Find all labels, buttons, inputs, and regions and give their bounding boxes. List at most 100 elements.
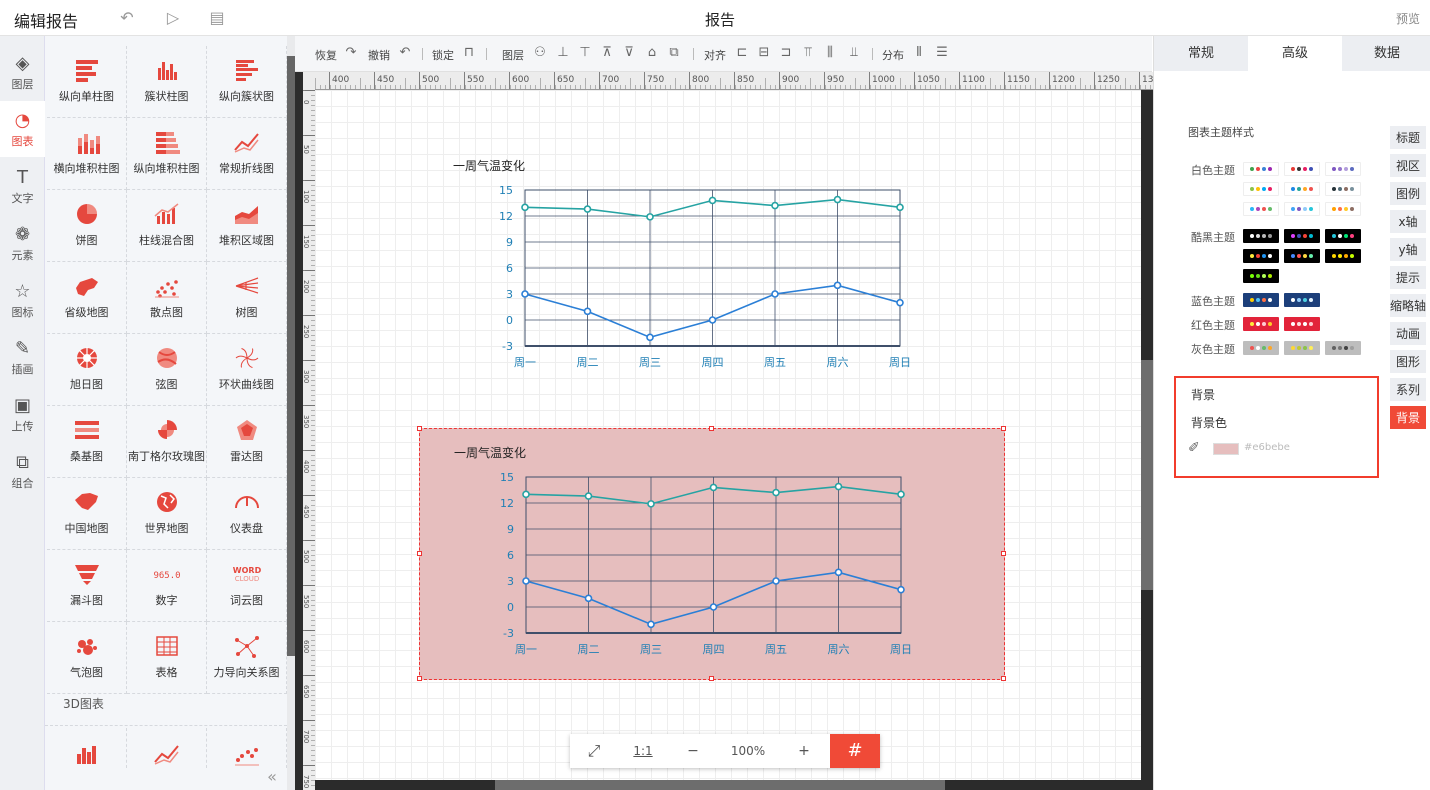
theme-swatch[interactable] bbox=[1284, 341, 1320, 355]
palette-item-funnel[interactable]: 漏斗图 bbox=[47, 550, 127, 622]
save-icon[interactable]: ▤ bbox=[207, 8, 227, 28]
theme-swatch[interactable] bbox=[1243, 293, 1279, 307]
tab-advanced[interactable]: 高级 bbox=[1248, 36, 1342, 71]
palette-item-chord[interactable]: 弦图 bbox=[127, 334, 207, 406]
palette-item-bar-cluster[interactable]: 簇状柱图 bbox=[127, 46, 207, 118]
bring-top-icon[interactable]: ⊼ bbox=[600, 45, 614, 61]
zoom-out-button[interactable]: − bbox=[668, 734, 718, 768]
palette-item-scatter-3d[interactable] bbox=[207, 728, 287, 768]
resize-handle[interactable] bbox=[417, 676, 422, 681]
palette-item-area[interactable]: 堆积区域图 bbox=[207, 190, 287, 262]
canvas-horizontal-scrollbar[interactable] bbox=[315, 780, 1141, 790]
undo-button[interactable]: 撤销 bbox=[368, 47, 390, 63]
palette-item-bar-h-cluster[interactable]: 纵向簇状图 bbox=[207, 46, 287, 118]
align-bottom-icon[interactable]: ⫫ bbox=[847, 45, 861, 61]
theme-swatch[interactable] bbox=[1284, 249, 1320, 263]
align-top-icon[interactable]: ⫪ bbox=[801, 45, 815, 61]
eyedropper-icon[interactable]: ✐ bbox=[1188, 440, 1200, 456]
copy-icon[interactable]: ⧉ bbox=[667, 45, 681, 61]
theme-swatch[interactable] bbox=[1284, 202, 1320, 216]
theme-swatch[interactable] bbox=[1325, 182, 1361, 196]
line-chart-widget[interactable]: 一周气温变化 15 12 9 6 3 0 -3 周一 周二 周三 周四 周五 周六 周日 bbox=[419, 142, 1005, 394]
nav-item-shapes[interactable]: ❁ 元素 bbox=[0, 215, 45, 271]
theme-swatch[interactable] bbox=[1325, 341, 1361, 355]
side-tab[interactable]: 背景 bbox=[1390, 406, 1426, 431]
canvas-vertical-scrollbar[interactable] bbox=[1141, 90, 1153, 790]
palette-item-line-3d[interactable] bbox=[127, 728, 207, 768]
collapse-panel-icon[interactable]: « bbox=[257, 766, 287, 790]
delete-icon[interactable]: ⌂ bbox=[645, 45, 659, 61]
palette-item-radar[interactable]: 雷达图 bbox=[207, 406, 287, 478]
theme-swatch[interactable] bbox=[1243, 162, 1279, 176]
nav-item-chart[interactable]: ◔ 图表 bbox=[0, 101, 45, 157]
theme-swatch[interactable] bbox=[1243, 317, 1279, 331]
nav-item-text[interactable]: T 文字 bbox=[0, 158, 45, 214]
background-color-swatch[interactable] bbox=[1213, 443, 1239, 455]
design-canvas[interactable]: 一周气温变化 15 12 9 6 3 0 -3 周一 周二 周三 周四 周五 周六 周日 一周气温变化 15 1… bbox=[315, 90, 1141, 780]
side-tab[interactable]: 图例 bbox=[1390, 182, 1426, 207]
palette-scrollbar[interactable] bbox=[287, 36, 295, 790]
palette-item-wordcloud[interactable]: WORD CLOUD 词云图 bbox=[207, 550, 287, 622]
bring-forward-icon[interactable]: ⊥ bbox=[556, 45, 570, 61]
palette-item-bar-line[interactable]: 柱线混合图 bbox=[127, 190, 207, 262]
resize-handle[interactable] bbox=[709, 426, 714, 431]
nav-item-image-upload[interactable]: ▣ 上传 bbox=[0, 386, 45, 442]
grid-toggle-button[interactable]: # bbox=[830, 734, 880, 768]
resize-handle[interactable] bbox=[1001, 426, 1006, 431]
palette-item-bar-h[interactable]: 纵向单柱图 bbox=[47, 46, 127, 118]
resize-handle[interactable] bbox=[709, 676, 714, 681]
side-tab[interactable]: 图形 bbox=[1390, 350, 1426, 375]
theme-swatch[interactable] bbox=[1243, 182, 1279, 196]
theme-swatch[interactable] bbox=[1243, 229, 1279, 243]
resize-handle[interactable] bbox=[1001, 676, 1006, 681]
palette-item-province-map[interactable]: 省级地图 bbox=[47, 262, 127, 334]
align-right-icon[interactable]: ⊐ bbox=[779, 45, 793, 61]
palette-item-bar-stack[interactable]: 横向堆积柱图 bbox=[47, 118, 127, 190]
theme-swatch[interactable] bbox=[1284, 162, 1320, 176]
palette-item-rose[interactable]: 南丁格尔玫瑰图 bbox=[127, 406, 207, 478]
theme-swatch[interactable] bbox=[1325, 202, 1361, 216]
palette-item-pie[interactable]: 饼图 bbox=[47, 190, 127, 262]
side-tab[interactable]: x轴 bbox=[1390, 210, 1426, 235]
resize-handle[interactable] bbox=[417, 426, 422, 431]
theme-swatch[interactable] bbox=[1243, 269, 1279, 283]
redo-icon[interactable]: ↷ bbox=[344, 45, 358, 61]
theme-swatch[interactable] bbox=[1284, 182, 1320, 196]
side-tab[interactable]: 系列 bbox=[1390, 378, 1426, 403]
tab-data[interactable]: 数据 bbox=[1342, 36, 1430, 71]
fit-screen-icon[interactable]: ⤢ bbox=[570, 734, 618, 768]
nav-item-star[interactable]: ☆ 图标 bbox=[0, 272, 45, 328]
theme-swatch[interactable] bbox=[1325, 162, 1361, 176]
theme-swatch[interactable] bbox=[1243, 202, 1279, 216]
preview-button[interactable]: 预览 bbox=[1396, 10, 1420, 27]
palette-item-bar-3d[interactable] bbox=[47, 728, 127, 768]
palette-item-bar-h-stack[interactable]: 纵向堆积柱图 bbox=[127, 118, 207, 190]
palette-item-tree[interactable]: 树图 bbox=[207, 262, 287, 334]
theme-swatch[interactable] bbox=[1243, 249, 1279, 263]
lock-button[interactable]: 锁定 bbox=[432, 47, 454, 63]
side-tab[interactable]: 视区 bbox=[1390, 154, 1426, 179]
nav-item-layers[interactable]: ◈ 图层 bbox=[0, 44, 45, 100]
send-bottom-icon[interactable]: ⊽ bbox=[622, 45, 636, 61]
undo-icon[interactable]: ↶ bbox=[117, 8, 137, 28]
nav-item-group[interactable]: ⧉ 组合 bbox=[0, 443, 45, 499]
redo-button[interactable]: 恢复 bbox=[315, 47, 337, 63]
theme-swatch[interactable] bbox=[1243, 341, 1279, 355]
play-icon[interactable]: ▷ bbox=[163, 8, 183, 28]
zoom-in-button[interactable]: + bbox=[778, 734, 830, 768]
side-tab[interactable]: 提示 bbox=[1390, 266, 1426, 291]
undo-toolbar-icon[interactable]: ↶ bbox=[398, 45, 412, 61]
palette-item-sankey[interactable]: 桑基图 bbox=[47, 406, 127, 478]
theme-swatch[interactable] bbox=[1284, 293, 1320, 307]
background-color-value[interactable]: #e6bebe bbox=[1244, 442, 1290, 453]
palette-item-sunburst[interactable]: 旭日图 bbox=[47, 334, 127, 406]
side-tab[interactable]: 动画 bbox=[1390, 322, 1426, 347]
send-backward-icon[interactable]: ⊤ bbox=[578, 45, 592, 61]
side-tab[interactable]: 标题 bbox=[1390, 126, 1426, 151]
theme-swatch[interactable] bbox=[1284, 317, 1320, 331]
theme-swatch[interactable] bbox=[1325, 249, 1361, 263]
align-left-icon[interactable]: ⊏ bbox=[735, 45, 749, 61]
distribute-h-icon[interactable]: ⫴ bbox=[912, 45, 926, 61]
resize-handle[interactable] bbox=[1001, 551, 1006, 556]
side-tab[interactable]: y轴 bbox=[1390, 238, 1426, 263]
